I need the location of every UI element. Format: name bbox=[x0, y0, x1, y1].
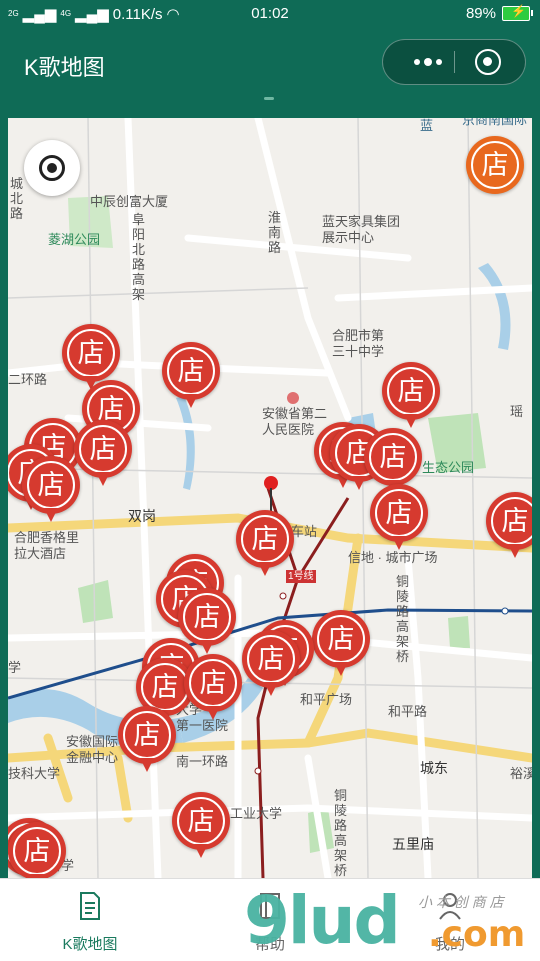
store-marker-label: 店 bbox=[177, 356, 205, 386]
page-title: K歌地图 bbox=[24, 55, 105, 80]
tab-label: 我的 bbox=[434, 936, 465, 953]
status-bar: 2G ▂▄▆ 4G ▂▄▆ 0.11K/s ◠ 01:02 89% ⚡ bbox=[0, 0, 540, 30]
map-label-ecopark: 生态公园 bbox=[422, 460, 475, 475]
store-marker[interactable]: 店 bbox=[370, 484, 428, 552]
store-marker[interactable]: 店 bbox=[22, 456, 80, 524]
mini-program-capsule bbox=[382, 39, 526, 85]
store-marker-label: 店 bbox=[133, 720, 161, 750]
store-marker-label: 店 bbox=[251, 524, 279, 554]
map-label-intl: 安徽国际 金融中心 bbox=[66, 734, 119, 765]
help-book-icon bbox=[260, 893, 280, 919]
clock: 01:02 bbox=[251, 5, 289, 22]
store-marker-label: 店 bbox=[37, 470, 65, 500]
tab-mine[interactable]: 我的 bbox=[360, 879, 540, 961]
store-marker[interactable]: 店 bbox=[74, 420, 132, 488]
store-marker[interactable]: 店 bbox=[486, 492, 532, 560]
close-mini-program-button[interactable] bbox=[475, 49, 501, 75]
store-marker[interactable]: 店 bbox=[118, 706, 176, 774]
map-label-huainan: 淮 南 路 bbox=[268, 210, 282, 255]
store-marker-label: 店 bbox=[397, 376, 425, 406]
tab-help[interactable]: 帮助 bbox=[180, 879, 360, 961]
store-marker[interactable]: 店 bbox=[236, 510, 294, 578]
map-label-keji: 技科大学 bbox=[8, 766, 61, 781]
map-label-lantian: 蓝天家具集团 展示中心 bbox=[322, 214, 401, 245]
locate-me-button[interactable] bbox=[24, 140, 80, 196]
store-marker-label: 店 bbox=[187, 806, 215, 836]
store-marker-label: 店 bbox=[199, 668, 227, 698]
map-label-no30: 合肥市第 三十中学 bbox=[332, 328, 385, 359]
store-marker-label: 店 bbox=[327, 624, 355, 654]
battery-icon: ⚡ bbox=[502, 4, 533, 21]
tab-label: 帮助 bbox=[254, 936, 285, 953]
map-doc-icon bbox=[80, 892, 100, 920]
store-marker[interactable]: 店 bbox=[382, 362, 440, 430]
map-label-yihuan: 南一环路 bbox=[176, 754, 229, 769]
map-label-yuxi: 裕溪 bbox=[510, 766, 532, 781]
store-marker[interactable]: 店 bbox=[162, 342, 220, 410]
map-label-heping-sq: 和平广场 bbox=[300, 692, 353, 707]
map-label-gongye: 工业大学 bbox=[230, 806, 283, 821]
map-label-wuli: 五里庙 bbox=[392, 836, 434, 852]
map-label-chengdong: 城东 bbox=[420, 760, 448, 776]
map-label-xue: 学 bbox=[8, 660, 22, 675]
store-marker-label: 店 bbox=[379, 442, 407, 472]
map-label-zhongchen: 中辰创富大厦 bbox=[90, 194, 169, 209]
capsule-divider bbox=[454, 51, 455, 73]
store-marker-label: 店 bbox=[481, 150, 509, 180]
store-marker-label: 店 bbox=[89, 434, 117, 464]
map-label-xindi: 信地 · 城市广场 bbox=[348, 550, 438, 565]
store-marker-label: 店 bbox=[23, 836, 51, 866]
store-marker-label: 店 bbox=[257, 644, 285, 674]
map-label-chengbei: 城 北 路 bbox=[10, 176, 24, 221]
user-icon bbox=[439, 893, 461, 920]
pull-indicator bbox=[264, 97, 274, 100]
store-marker[interactable]: 店 bbox=[172, 792, 230, 860]
map-label-heping-rd: 和平路 bbox=[388, 704, 428, 719]
battery-percent: 89% bbox=[465, 5, 496, 22]
store-marker-featured[interactable]: 店 bbox=[466, 136, 524, 204]
map-label-linghu: 菱湖公园 bbox=[48, 232, 101, 247]
tab-label: K歌地图 bbox=[62, 936, 118, 953]
store-marker[interactable]: 店 bbox=[312, 610, 370, 678]
map-label-fuyang: 阜 阳 北 路 高 架 bbox=[132, 212, 146, 302]
store-marker[interactable]: 店 bbox=[8, 822, 66, 878]
store-marker-label: 店 bbox=[77, 338, 105, 368]
map-label-lan: 蓝 bbox=[420, 118, 434, 133]
map-label-tongling2: 铜 陵 路 高 架 桥 bbox=[334, 788, 348, 878]
map-label-shuanggang: 双岗 bbox=[128, 508, 156, 524]
nav-bar: K歌地图 bbox=[0, 30, 540, 100]
map-view[interactable]: 中辰创富大厦 阜 阳 北 路 高 架 菱湖公园 城 北 路 淮 南 路 蓝天家具… bbox=[8, 118, 532, 878]
map-label-erhuan: 二环路 bbox=[8, 372, 48, 387]
store-marker[interactable]: 店 bbox=[184, 654, 242, 722]
tab-ktv-map[interactable]: K歌地图 bbox=[0, 879, 180, 961]
map-label-shangri: 合肥香格里 拉大酒店 bbox=[14, 530, 80, 561]
map-label-jingnan: 京商南国际 bbox=[462, 118, 528, 127]
more-menu-button[interactable] bbox=[403, 40, 453, 84]
map-label-tongling: 铜 陵 路 高 架 桥 bbox=[396, 574, 410, 664]
store-marker[interactable]: 店 bbox=[242, 630, 300, 698]
bottom-tab-bar: K歌地图 帮助 我的 bbox=[0, 878, 540, 961]
store-marker-label: 店 bbox=[501, 506, 529, 536]
map-label-yaohai: 瑶 bbox=[510, 404, 524, 419]
store-marker-label: 店 bbox=[385, 498, 413, 528]
